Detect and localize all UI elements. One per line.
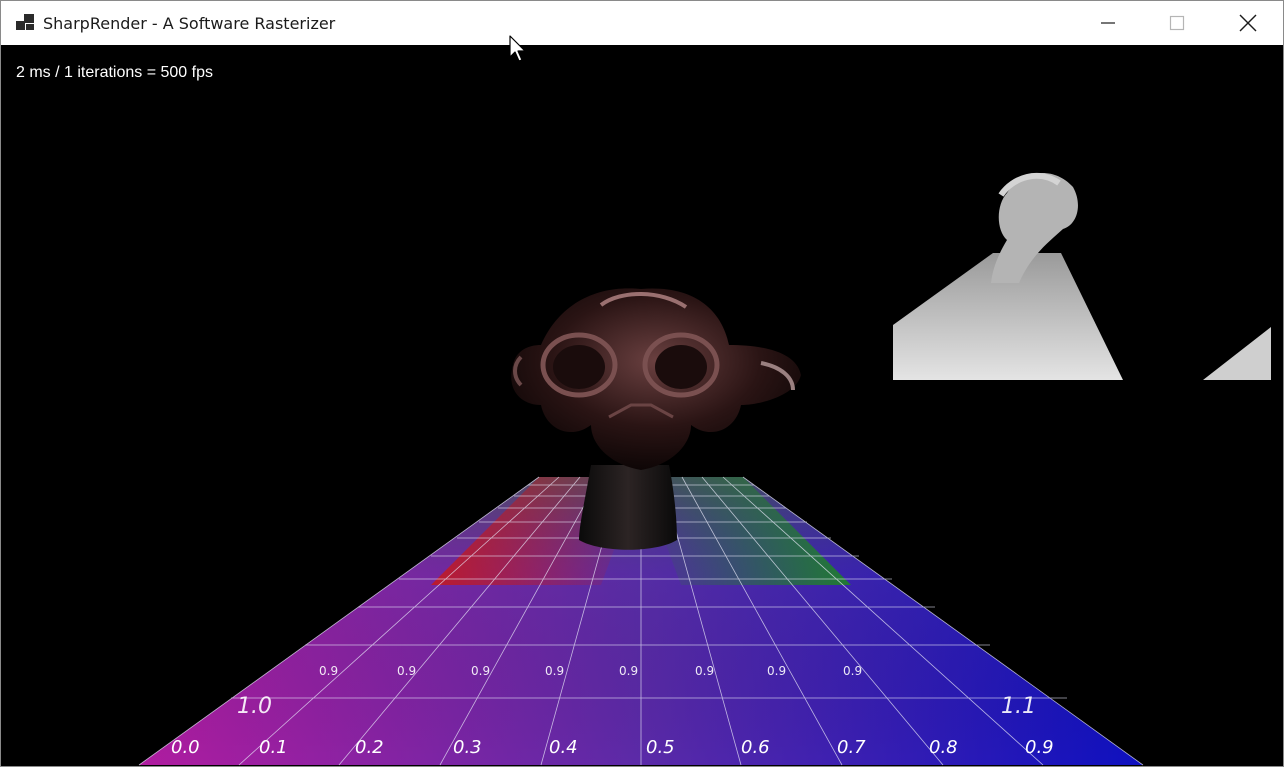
floor-label: 0.9 <box>545 664 564 678</box>
app-window: SharpRender - A Software Rasterizer 0.0 … <box>0 0 1284 767</box>
title-bar[interactable]: SharpRender - A Software Rasterizer <box>1 1 1283 45</box>
maximize-button[interactable] <box>1142 1 1212 45</box>
floor-label: 0.9 <box>319 664 338 678</box>
floor-label: 0.1 <box>259 737 288 758</box>
fps-counter: 2 ms / 1 iterations = 500 fps <box>16 64 213 81</box>
floor-label: 0.9 <box>1025 737 1054 758</box>
maximize-icon <box>1169 15 1185 31</box>
floor-label: 0.9 <box>397 664 416 678</box>
floor-label: 0.2 <box>355 737 384 758</box>
app-icon <box>16 14 34 30</box>
floor-label: 0.0 <box>171 737 200 758</box>
floor-label: 0.9 <box>767 664 786 678</box>
minimize-button[interactable] <box>1073 1 1143 45</box>
floor-label: 0.9 <box>471 664 490 678</box>
shadow-preview <box>893 172 1271 380</box>
floor-label: 1.1 <box>1001 694 1036 719</box>
floor-label: 0.7 <box>837 737 866 758</box>
close-icon <box>1239 14 1257 32</box>
mouse-cursor-icon <box>509 35 526 62</box>
close-button[interactable] <box>1213 1 1283 45</box>
floor-label: 0.8 <box>929 737 958 758</box>
floor-label: 0.3 <box>453 737 482 758</box>
minimize-icon <box>1101 22 1115 24</box>
floor-label: 1.0 <box>237 694 272 719</box>
floor-label: 0.5 <box>646 737 675 758</box>
floor-label: 0.6 <box>741 737 770 758</box>
rendered-scene: 0.0 0.1 0.2 0.3 0.4 0.5 0.6 0.7 0.8 0.9 … <box>138 172 1271 766</box>
window-title: SharpRender - A Software Rasterizer <box>43 14 336 33</box>
floor-label: 0.9 <box>843 664 862 678</box>
render-viewport[interactable]: 0.0 0.1 0.2 0.3 0.4 0.5 0.6 0.7 0.8 0.9 … <box>1 45 1283 766</box>
floor-label: 0.9 <box>695 664 714 678</box>
floor-label: 0.9 <box>619 664 638 678</box>
floor-label: 0.4 <box>549 737 578 758</box>
